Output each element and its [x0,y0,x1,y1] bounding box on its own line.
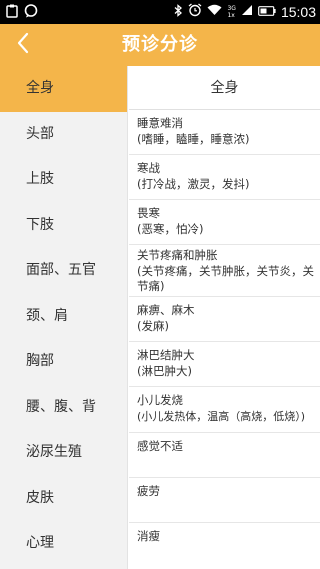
symptom-item[interactable]: 关节疼痛和肿胀 (关节疼痛，关节肿胀，关节炎，关节痛) [129,245,320,297]
symptom-name: 寒战 [137,161,160,175]
symptom-panel: 全身 睡意难消 (嗜睡，瞌睡，睡意浓) 寒战 (打冷战，激灵，发抖) 畏寒 (恶… [129,66,320,569]
symptom-alias: (淋巴肿大) [137,363,192,378]
symptom-item[interactable]: 感觉不适 [129,433,320,478]
symptom-name: 消瘦 [137,529,160,543]
bluetooth-icon [174,3,183,21]
symptom-name: 感觉不适 [137,439,183,453]
symptom-panel-header: 全身 [129,66,320,110]
symptom-item[interactable]: 麻痹、麻木 (发麻) [129,297,320,342]
sidebar-item-upper-limb[interactable]: 上肢 [0,157,127,203]
symptom-alias: (小儿发热体，温高（高烧，低烧）) [137,409,306,423]
clipboard-icon [6,3,18,22]
chat-bubble-icon [24,3,38,22]
sidebar-item-chest[interactable]: 胸部 [0,339,127,385]
symptom-alias: (关节疼痛，关节肿胀，关节炎，关节痛) [137,263,314,294]
symptom-alias: (打冷战，激灵，发抖) [137,176,250,191]
network-type: 3G 1x [227,5,235,19]
symptom-name: 淋巴结肿大 [137,348,195,362]
status-bar: 3G 1x 15:03 [0,0,320,24]
symptom-name: 小儿发烧 [137,393,183,407]
back-button[interactable] [8,30,38,60]
wifi-icon [207,4,222,20]
sidebar-item-lower-limb[interactable]: 下肢 [0,203,127,249]
symptom-alias: (发麻) [137,318,169,333]
symptom-item[interactable]: 疲劳 [129,478,320,523]
symptom-item[interactable]: 畏寒 (恶寒，怕冷) [129,200,320,245]
symptom-item[interactable]: 消瘦 [129,523,320,568]
network-bottom-label: 1x [227,12,235,19]
alarm-icon [188,3,202,21]
sidebar-item-waist-abdomen-back[interactable]: 腰、腹、背 [0,385,127,431]
sidebar-item-urogenital[interactable]: 泌尿生殖 [0,430,127,476]
symptom-name: 麻痹、麻木 [137,303,195,317]
sidebar-item-psychology[interactable]: 心理 [0,521,127,567]
sidebar-item-skin[interactable]: 皮肤 [0,476,127,522]
symptom-item[interactable]: 淋巴结肿大 (淋巴肿大) [129,342,320,387]
chevron-left-icon [16,32,30,58]
battery-icon [258,5,276,20]
symptom-item[interactable]: 睡意难消 (嗜睡，瞌睡，睡意浓) [129,110,320,155]
sidebar-item-head[interactable]: 头部 [0,112,127,158]
signal-icon [241,4,253,20]
symptom-name: 睡意难消 [137,116,183,130]
symptom-name: 疲劳 [137,484,160,498]
symptom-name: 关节疼痛和肿胀 [137,248,218,262]
symptom-item[interactable]: 小儿发烧 (小儿发热体，温高（高烧，低烧）) [129,387,320,433]
symptom-alias: (嗜睡，瞌睡，睡意浓) [137,131,250,146]
page-title: 预诊分诊 [122,34,198,55]
symptom-item[interactable]: 寒战 (打冷战，激灵，发抖) [129,155,320,200]
network-top-label: 3G [227,5,236,12]
clock: 15:03 [280,4,316,20]
symptom-alias: (恶寒，怕冷) [137,221,204,236]
symptom-name: 畏寒 [137,206,160,220]
sidebar-item-face[interactable]: 面部、五官 [0,248,127,294]
sidebar-item-neck-shoulder[interactable]: 颈、肩 [0,294,127,340]
app-bar: 预诊分诊 [0,24,320,66]
body-part-sidebar: 全身 头部 上肢 下肢 面部、五官 颈、肩 胸部 腰、腹、背 泌尿生殖 皮肤 心… [0,66,128,569]
sidebar-item-whole-body[interactable]: 全身 [0,66,127,112]
